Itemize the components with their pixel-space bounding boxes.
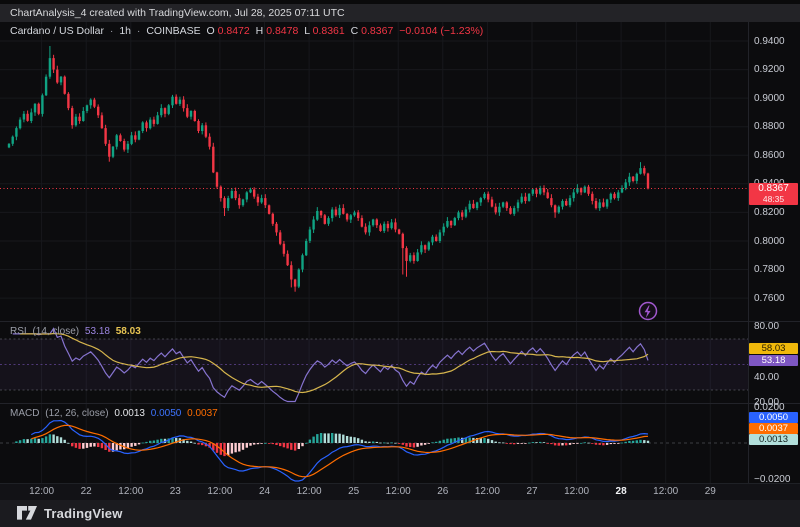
rsi-axis-label: 80.00 xyxy=(754,321,779,332)
symbol-legend[interactable]: Cardano / US Dollar · 1h · COINBASE O 0.… xyxy=(10,25,486,37)
exchange-label: COINBASE xyxy=(146,25,200,37)
rsi-value-badge: 53.18 xyxy=(749,355,798,366)
macd-params: (12, 26, close) xyxy=(45,408,108,419)
rsi-title[interactable]: RSI xyxy=(10,326,27,337)
time-axis-label: 27 xyxy=(526,486,537,497)
lightning-icon[interactable] xyxy=(640,303,657,320)
macd-legend[interactable]: MACD (12, 26, close) 0.0013 0.0050 0.003… xyxy=(10,408,221,419)
price-axis-label: 0.9200 xyxy=(754,64,785,75)
rsi-params: (14, close) xyxy=(32,326,79,337)
open-label: O xyxy=(207,25,215,37)
macd-line-value: 0.0050 xyxy=(151,408,182,419)
time-axis-label: 28 xyxy=(616,486,627,497)
chart-title-bar: ChartAnalysis_4 created with TradingView… xyxy=(0,4,800,22)
price-axis-label: 0.8800 xyxy=(754,121,785,132)
macd-line-badge: 0.0050 xyxy=(749,412,798,423)
time-axis-label: 12:00 xyxy=(386,486,411,497)
interval-label[interactable]: 1h xyxy=(119,25,131,37)
high-value: 0.8478 xyxy=(266,25,298,37)
chart-canvas[interactable] xyxy=(0,0,800,527)
change-value: −0.0104 (−1.23%) xyxy=(399,25,483,37)
rsi-legend[interactable]: RSI (14, close) 53.18 58.03 xyxy=(10,326,144,337)
price-axis-label: 0.7800 xyxy=(754,264,785,275)
symbol-name[interactable]: Cardano / US Dollar xyxy=(10,25,104,37)
price-axis-label: 0.8000 xyxy=(754,236,785,247)
tradingview-logo-text: TradingView xyxy=(44,506,123,521)
macd-axis-label: 0.0200 xyxy=(754,402,785,413)
price-axis-label: 0.8200 xyxy=(754,207,785,218)
rsi-ma-badge: 58.03 xyxy=(749,343,798,354)
time-axis-label: 12:00 xyxy=(564,486,589,497)
time-axis-label: 12:00 xyxy=(118,486,143,497)
macd-signal-value: 0.0037 xyxy=(187,408,218,419)
time-axis-label: 24 xyxy=(259,486,270,497)
time-axis-label: 12:00 xyxy=(475,486,500,497)
time-axis-label: 12:00 xyxy=(207,486,232,497)
price-axis-label: 0.7600 xyxy=(754,293,785,304)
bar-countdown: 48:35 xyxy=(749,195,798,204)
time-axis-label: 12:00 xyxy=(653,486,678,497)
time-axis-label: 29 xyxy=(705,486,716,497)
window-title: ChartAnalysis_4 created with TradingView… xyxy=(10,7,345,19)
rsi-ma-value: 58.03 xyxy=(116,326,141,337)
price-axis-label: 0.9400 xyxy=(754,36,785,47)
low-label: L xyxy=(304,25,309,37)
rsi-axis-label: 40.00 xyxy=(754,372,779,383)
close-value: 0.8367 xyxy=(361,25,393,37)
signal-line-badge: 0.0037 xyxy=(749,423,798,434)
tradingview-logo[interactable]: TradingView xyxy=(16,505,123,521)
macd-axis-label: −0.0200 xyxy=(754,474,790,485)
time-axis-label: 25 xyxy=(348,486,359,497)
time-axis-label: 23 xyxy=(170,486,181,497)
price-axis-label: 0.9000 xyxy=(754,93,785,104)
open-value: 0.8472 xyxy=(218,25,250,37)
legend-separator: · xyxy=(137,25,141,37)
price-axis-label: 0.8600 xyxy=(754,150,785,161)
close-label: C xyxy=(351,25,359,37)
time-axis-label: 26 xyxy=(437,486,448,497)
rsi-value: 53.18 xyxy=(85,326,110,337)
low-value: 0.8361 xyxy=(313,25,345,37)
tradingview-logo-icon xyxy=(16,505,38,521)
tradingview-chart-window: ChartAnalysis_4 created with TradingView… xyxy=(0,0,800,527)
macd-title[interactable]: MACD xyxy=(10,408,39,419)
histogram-value-badge: 0.0013 xyxy=(749,434,798,445)
high-label: H xyxy=(256,25,264,37)
current-price-badge: 0.8367 48:35 xyxy=(749,183,798,205)
time-axis-label: 12:00 xyxy=(29,486,54,497)
macd-hist-value: 0.0013 xyxy=(114,408,145,419)
time-axis-label: 12:00 xyxy=(297,486,322,497)
time-axis-label: 22 xyxy=(81,486,92,497)
legend-separator: · xyxy=(110,25,114,37)
